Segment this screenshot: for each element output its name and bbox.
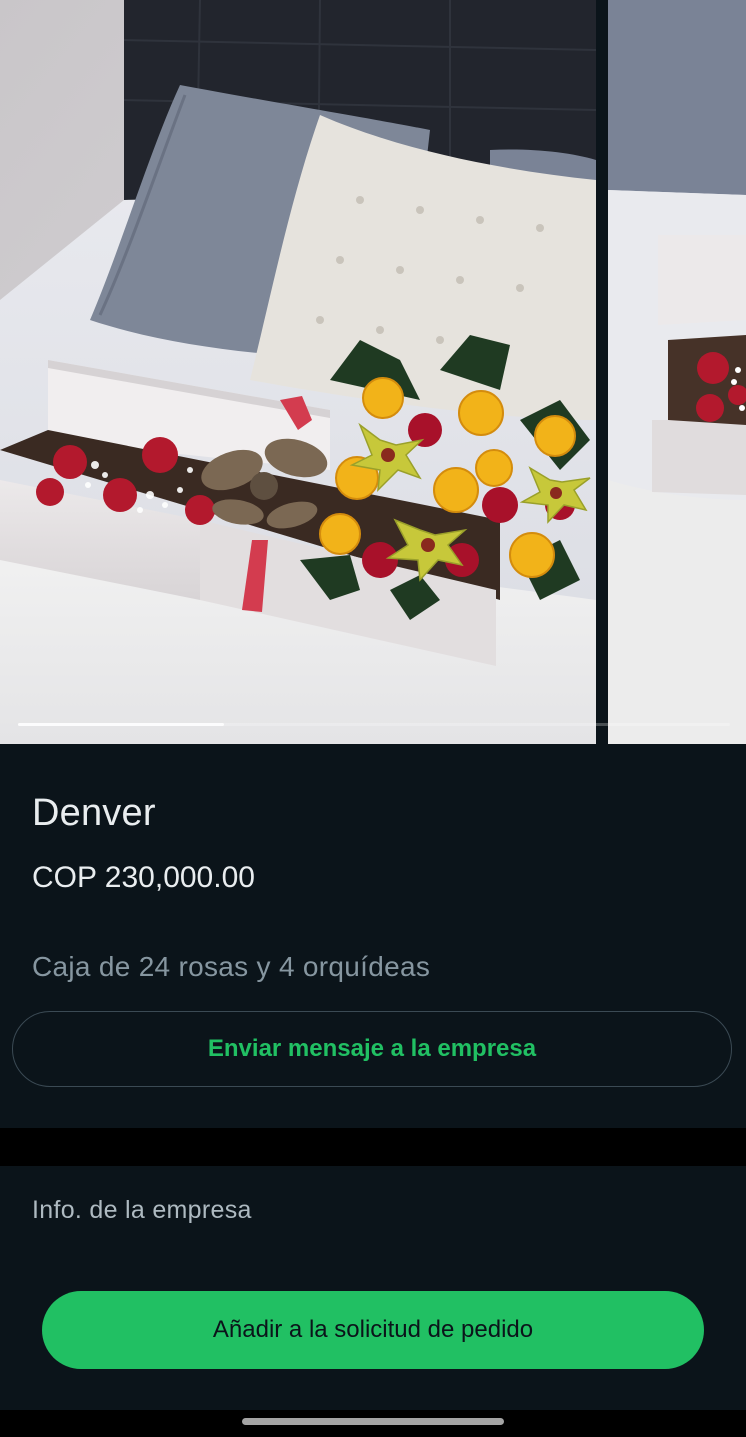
- carousel-progress-track: [18, 723, 730, 726]
- business-info-link[interactable]: Info. de la empresa: [32, 1196, 252, 1225]
- home-indicator[interactable]: [242, 1418, 504, 1425]
- product-details: Denver COP 230,000.00 Caja de 24 rosas y…: [0, 744, 746, 1128]
- message-business-label: Enviar mensaje a la empresa: [207, 1035, 537, 1062]
- product-image-1[interactable]: [0, 0, 596, 744]
- product-title: Denver: [32, 792, 156, 834]
- section-divider: [0, 1128, 746, 1166]
- business-section: Info. de la empresa Añadir a la solicitu…: [0, 1166, 746, 1410]
- product-price: COP 230,000.00: [32, 861, 255, 894]
- add-to-order-label: Añadir a la solicitud de pedido: [212, 1316, 534, 1343]
- product-image-carousel[interactable]: [0, 0, 746, 744]
- carousel-divider: [596, 0, 608, 744]
- product-description: Caja de 24 rosas y 4 orquídeas: [32, 951, 431, 982]
- carousel-progress-fill: [18, 723, 225, 726]
- message-business-button[interactable]: Enviar mensaje a la empresa: [12, 1011, 732, 1087]
- add-to-order-button[interactable]: Añadir a la solicitud de pedido: [42, 1291, 704, 1369]
- system-navigation-bar: [0, 1410, 746, 1437]
- product-image-2[interactable]: [608, 0, 746, 744]
